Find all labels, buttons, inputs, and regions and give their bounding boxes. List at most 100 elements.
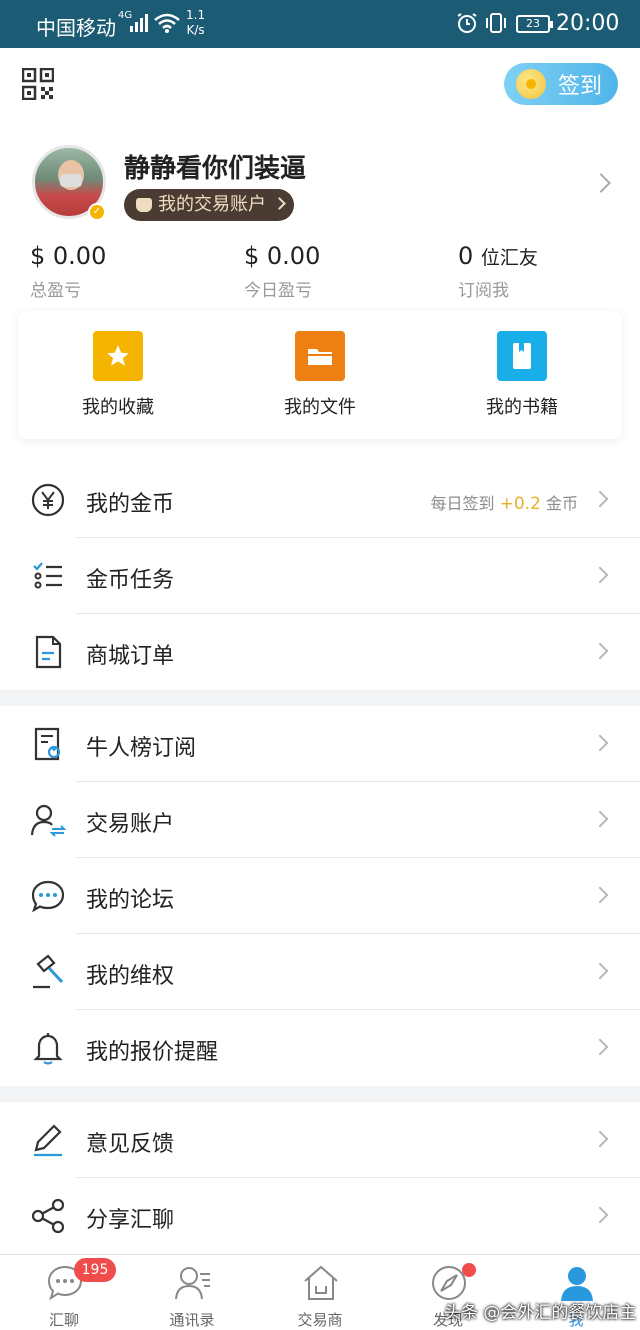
chevron-right-icon — [591, 886, 609, 904]
trading-account-link[interactable]: 我的交易账户 — [124, 189, 294, 221]
network-speed: 1.1 K/s — [186, 8, 205, 38]
username[interactable]: 静静看你们装逼 — [124, 148, 306, 185]
task-list-icon — [33, 562, 62, 589]
verified-badge-icon: ✓ — [88, 203, 106, 221]
menu-label: 意见反馈 — [86, 1132, 175, 1157]
clock: 20:00 — [556, 11, 620, 36]
stat-value: $ 0.00 — [30, 242, 107, 270]
menu-trading-account[interactable]: 交易账户 — [0, 782, 640, 858]
menu-label: 分享汇聊 — [86, 1208, 175, 1233]
menu-label: 我的金币 — [86, 492, 175, 517]
book-icon — [497, 331, 547, 381]
yen-coin-icon — [31, 483, 65, 517]
bell-icon — [33, 1033, 63, 1065]
menu-coin-tasks[interactable]: 金币任务 — [0, 538, 640, 614]
watermark: 头条 @会外汇的餐饮店主 — [444, 1303, 637, 1323]
person-icon — [561, 1267, 593, 1301]
shortcut-label: 我的文件 — [284, 397, 356, 418]
share-icon — [31, 1198, 65, 1234]
coin-icon — [516, 69, 546, 99]
hint-value: +0.2 — [499, 494, 541, 514]
checkin-button[interactable]: 签到 — [504, 63, 618, 105]
chevron-right-icon — [273, 197, 286, 210]
menu-group-trading: 牛人榜订阅 交易账户 我的论坛 我的维权 我的报价提醒 — [0, 706, 640, 1086]
chevron-right-icon — [591, 490, 609, 508]
star-icon — [93, 331, 143, 381]
vibrate-icon — [486, 13, 506, 33]
menu-mall-orders[interactable]: 商城订单 — [0, 614, 640, 690]
profile-header: 签到 ✓ 静静看你们装逼 我的交易账户 $ 0.00 总盈亏 $ 0.00 今日… — [0, 48, 640, 462]
speed-unit: K/s — [186, 23, 205, 37]
gavel-icon — [33, 954, 64, 989]
menu-price-alerts[interactable]: 我的报价提醒 — [0, 1010, 640, 1086]
chevron-right-icon — [591, 810, 609, 828]
menu-label: 交易账户 — [86, 812, 175, 837]
bull-icon — [136, 198, 152, 212]
menu-label: 我的论坛 — [86, 888, 175, 913]
hint-suffix: 金币 — [545, 494, 578, 513]
qr-code-icon[interactable] — [22, 68, 54, 100]
menu-label: 商城订单 — [86, 644, 175, 669]
stat-label: 今日盈亏 — [244, 281, 312, 301]
menu-label: 金币任务 — [86, 568, 175, 593]
status-bar: 中国移动 4G 1.1 K/s 23 20:00 — [0, 0, 640, 48]
tab-label: 通讯录 — [169, 1311, 215, 1329]
chevron-right-icon — [591, 734, 609, 752]
menu-label: 我的维权 — [86, 964, 175, 989]
menu-feedback[interactable]: 意见反馈 — [0, 1102, 640, 1178]
tab-label: 交易商 — [297, 1311, 343, 1329]
daily-checkin-hint: 每日签到 +0.2 金币 — [431, 490, 579, 514]
notification-dot — [462, 1263, 476, 1277]
menu-my-coins[interactable]: 我的金币 每日签到 +0.2 金币 — [0, 462, 640, 538]
tab-contacts[interactable]: 通讯录 — [128, 1255, 256, 1330]
chevron-right-icon — [591, 642, 609, 660]
menu-share[interactable]: 分享汇聊 — [0, 1178, 640, 1254]
trading-account-label: 我的交易账户 — [158, 194, 266, 215]
menu-my-rights[interactable]: 我的维权 — [0, 934, 640, 1010]
battery-icon: 23 — [516, 15, 553, 33]
menu-top-trader-subscription[interactable]: 牛人榜订阅 — [0, 706, 640, 782]
chevron-right-icon — [591, 962, 609, 980]
carrier-name: 中国移动 — [36, 16, 116, 40]
tab-label: 汇聊 — [48, 1311, 79, 1329]
subscriber-unit: 位汇友 — [480, 247, 538, 269]
menu-group-coins: 我的金币 每日签到 +0.2 金币 金币任务 商城订单 — [0, 462, 640, 690]
contacts-icon — [175, 1267, 210, 1300]
shortcut-books[interactable]: 我的书籍 — [462, 331, 582, 419]
chevron-right-icon — [591, 566, 609, 584]
user-exchange-icon — [30, 804, 66, 837]
shortcut-files[interactable]: 我的文件 — [260, 331, 380, 419]
hint-prefix: 每日签到 — [430, 494, 495, 513]
menu-label: 我的报价提醒 — [86, 1040, 219, 1065]
checkin-label: 签到 — [558, 74, 603, 99]
folder-icon — [295, 331, 345, 381]
profile-chevron-icon[interactable] — [591, 173, 611, 193]
chat-bubble-icon — [31, 880, 65, 913]
menu-group-misc: 意见反馈 分享汇聊 — [0, 1102, 640, 1254]
stat-total-pnl[interactable]: $ 0.00 总盈亏 — [30, 242, 106, 301]
alarm-icon — [457, 13, 477, 33]
stat-label: 订阅我 — [458, 281, 509, 301]
shortcut-label: 我的收藏 — [82, 397, 154, 418]
chevron-right-icon — [591, 1038, 609, 1056]
subscription-icon — [34, 727, 61, 761]
stat-today-pnl[interactable]: $ 0.00 今日盈亏 — [244, 242, 320, 301]
shortcut-label: 我的书籍 — [486, 397, 558, 418]
speed-value: 1.1 — [186, 8, 206, 22]
stat-value: $ 0.00 — [244, 242, 321, 270]
tab-brokers[interactable]: 交易商 — [256, 1255, 384, 1330]
shortcut-favorites[interactable]: 我的收藏 — [58, 331, 178, 419]
pencil-icon — [34, 1124, 62, 1157]
signal-icon — [130, 14, 148, 32]
chevron-right-icon — [591, 1130, 609, 1148]
shortcut-panel: 我的收藏 我的文件 我的书籍 — [18, 311, 622, 439]
tab-chat[interactable]: 195 汇聊 — [0, 1255, 128, 1330]
subscriber-count: 0 — [458, 242, 474, 270]
document-icon — [35, 635, 62, 669]
wifi-icon — [154, 13, 180, 33]
stat-value: 0 位汇友 — [458, 242, 538, 270]
menu-my-forum[interactable]: 我的论坛 — [0, 858, 640, 934]
unread-badge: 195 — [74, 1258, 116, 1282]
stat-label: 总盈亏 — [30, 281, 81, 301]
stat-subscribers[interactable]: 0 位汇友 订阅我 — [458, 242, 538, 301]
